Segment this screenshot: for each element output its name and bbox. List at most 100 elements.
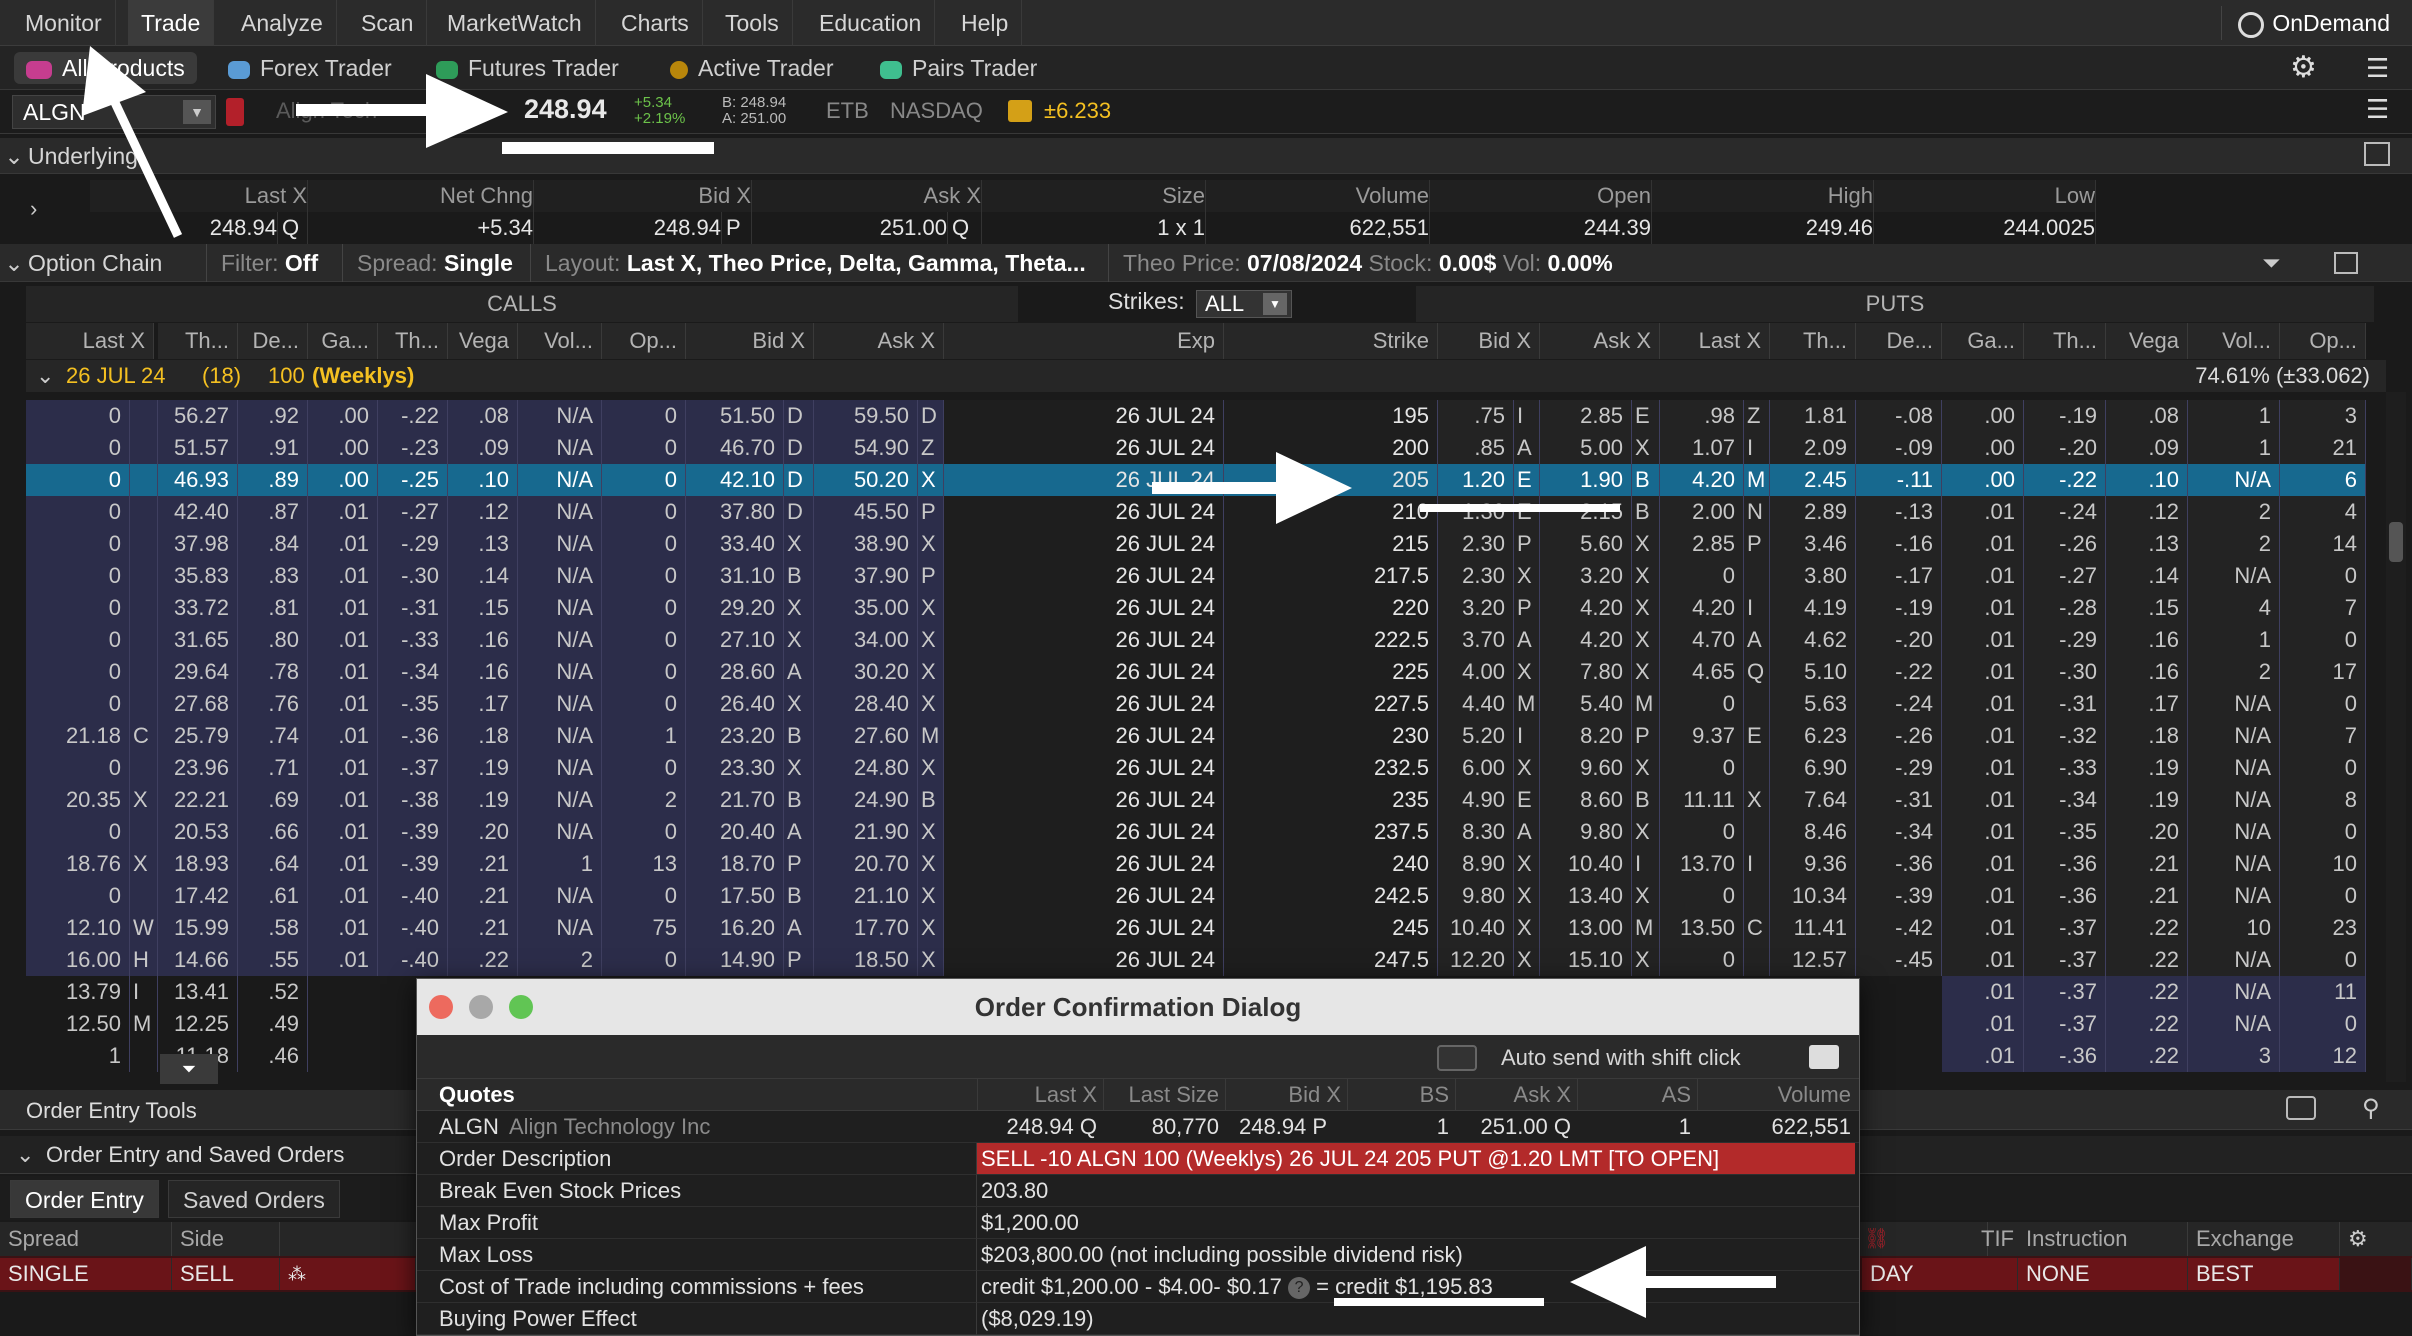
chain-cell[interactable]: -.16 — [1856, 528, 1942, 560]
chain-cell[interactable]: 26 JUL 24 — [944, 464, 1224, 496]
chain-cell[interactable]: .01 — [1942, 976, 2024, 1008]
chain-cell[interactable]: .14 — [448, 560, 518, 592]
chain-cell[interactable]: -.37 — [2024, 912, 2106, 944]
chain-cell[interactable]: N/A — [2188, 848, 2280, 880]
chain-cell[interactable]: 7 — [2280, 592, 2366, 624]
chain-cell[interactable]: -.24 — [2024, 496, 2106, 528]
chain-cell[interactable]: X — [1632, 624, 1660, 656]
chain-cell[interactable]: -.36 — [1856, 848, 1942, 880]
pin-icon[interactable]: ⚲ — [2362, 1094, 2380, 1123]
chain-cell[interactable]: 26 JUL 24 — [944, 496, 1224, 528]
chain-col-header[interactable]: Last X — [26, 323, 154, 359]
chain-cell[interactable]: 2 — [2188, 496, 2280, 528]
chain-cell[interactable]: X — [784, 528, 814, 560]
chain-cell[interactable]: 1.90 — [1540, 464, 1632, 496]
chain-cell[interactable]: .01 — [1942, 656, 2024, 688]
menu-help[interactable]: Help — [948, 0, 1023, 46]
chain-cell[interactable]: .19 — [448, 752, 518, 784]
chain-cell[interactable] — [1856, 1040, 1942, 1072]
chain-cell[interactable]: N/A — [2188, 944, 2280, 976]
chain-cell[interactable]: .10 — [2106, 464, 2188, 496]
chain-cell[interactable]: I — [1744, 432, 1770, 464]
chain-cell[interactable]: .01 — [1942, 880, 2024, 912]
chain-cell[interactable]: 20.70 — [814, 848, 918, 880]
chain-cell[interactable]: .01 — [308, 912, 378, 944]
chain-cell[interactable]: 37.98 — [158, 528, 238, 560]
chain-cell[interactable]: .85 — [1438, 432, 1514, 464]
chain-cell[interactable]: 59.50 — [814, 400, 918, 432]
chain-cell[interactable]: .00 — [1942, 400, 2024, 432]
chain-row[interactable]: 21.18 C 25.79.74.01 -.36.18 N/A 1 23.20 B 27.60 M… — [26, 720, 2386, 752]
chain-col-header[interactable]: Th... — [2024, 323, 2106, 359]
print-icon[interactable] — [1809, 1045, 1839, 1069]
chain-cell[interactable]: 33.40 — [686, 528, 784, 560]
chain-cell[interactable]: -.24 — [1856, 688, 1942, 720]
chain-cell[interactable] — [1744, 560, 1770, 592]
chain-cell[interactable]: 4.40 — [1438, 688, 1514, 720]
chain-cell[interactable]: 222.5 — [1224, 624, 1438, 656]
chain-cell[interactable]: .17 — [448, 688, 518, 720]
chain-cell[interactable]: 20.40 — [686, 816, 784, 848]
order-side[interactable]: SELL — [172, 1258, 280, 1290]
chain-cell[interactable]: 245 — [1224, 912, 1438, 944]
chain-cell[interactable]: 37.80 — [686, 496, 784, 528]
tab-saved-orders[interactable]: Saved Orders — [168, 1180, 340, 1218]
chain-cell[interactable]: 242.5 — [1224, 880, 1438, 912]
chain-cell[interactable]: P — [1514, 592, 1540, 624]
chain-cell[interactable]: 2.30 — [1438, 528, 1514, 560]
chain-cell[interactable]: .16 — [448, 656, 518, 688]
chain-cell[interactable]: B — [1632, 784, 1660, 816]
chain-cell[interactable]: 3.20 — [1540, 560, 1632, 592]
chain-cell[interactable]: 2.09 — [1770, 432, 1856, 464]
chain-cell[interactable]: 6.90 — [1770, 752, 1856, 784]
chain-cell[interactable]: 0 — [602, 656, 686, 688]
chain-cell[interactable]: .91 — [238, 432, 308, 464]
chain-cell[interactable]: 20.35 — [26, 784, 130, 816]
chain-cell[interactable]: .84 — [238, 528, 308, 560]
chain-cell[interactable] — [308, 1008, 378, 1040]
chain-cell[interactable]: 7.80 — [1540, 656, 1632, 688]
chain-col-header[interactable]: Th... — [378, 323, 448, 359]
chain-cell[interactable]: 4.19 — [1770, 592, 1856, 624]
chain-cell[interactable]: -.20 — [1856, 624, 1942, 656]
close-icon[interactable] — [429, 995, 453, 1019]
chain-cell[interactable]: .01 — [308, 752, 378, 784]
chain-cell[interactable]: 45.50 — [814, 496, 918, 528]
chain-cell[interactable]: -.22 — [2024, 464, 2106, 496]
chain-cell[interactable]: 27.68 — [158, 688, 238, 720]
chain-cell[interactable]: -.38 — [378, 784, 448, 816]
chain-cell[interactable]: 7.64 — [1770, 784, 1856, 816]
chain-cell[interactable]: -.19 — [1856, 592, 1942, 624]
chain-cell[interactable]: -.34 — [378, 656, 448, 688]
chain-cell[interactable]: 34.00 — [814, 624, 918, 656]
chain-cell[interactable]: 0 — [2280, 752, 2366, 784]
chain-cell[interactable]: 0 — [602, 432, 686, 464]
chain-cell[interactable]: 26 JUL 24 — [944, 752, 1224, 784]
menu-analyze[interactable]: Analyze — [228, 0, 337, 46]
chain-cell[interactable]: 11 — [2280, 976, 2366, 1008]
chain-cell[interactable]: .01 — [308, 848, 378, 880]
chain-cell[interactable]: .74 — [238, 720, 308, 752]
chain-cell[interactable]: 4.90 — [1438, 784, 1514, 816]
chain-cell[interactable]: 13.70 — [1660, 848, 1744, 880]
chain-cell[interactable]: 25.79 — [158, 720, 238, 752]
chain-cell[interactable]: -.39 — [378, 816, 448, 848]
chain-cell[interactable]: .21 — [448, 848, 518, 880]
chain-cell[interactable] — [1856, 976, 1942, 1008]
chain-cell[interactable]: I — [130, 976, 158, 1008]
chain-cell[interactable]: .18 — [448, 720, 518, 752]
chain-cell[interactable]: 232.5 — [1224, 752, 1438, 784]
chain-cell[interactable]: 9.36 — [1770, 848, 1856, 880]
chain-cell[interactable]: 0 — [602, 688, 686, 720]
chain-cell[interactable]: -.31 — [1856, 784, 1942, 816]
chain-cell[interactable]: .16 — [2106, 624, 2188, 656]
chain-cell[interactable]: 21 — [2280, 432, 2366, 464]
chain-cell[interactable]: -.08 — [1856, 400, 1942, 432]
chain-cell[interactable]: D — [784, 400, 814, 432]
chain-cell[interactable]: N/A — [518, 432, 602, 464]
chain-cell[interactable]: .16 — [2106, 656, 2188, 688]
chain-cell[interactable]: 26 JUL 24 — [944, 944, 1224, 976]
chain-cell[interactable]: .75 — [1438, 400, 1514, 432]
chain-cell[interactable]: A — [784, 816, 814, 848]
menu-trade[interactable]: Trade — [128, 0, 215, 46]
